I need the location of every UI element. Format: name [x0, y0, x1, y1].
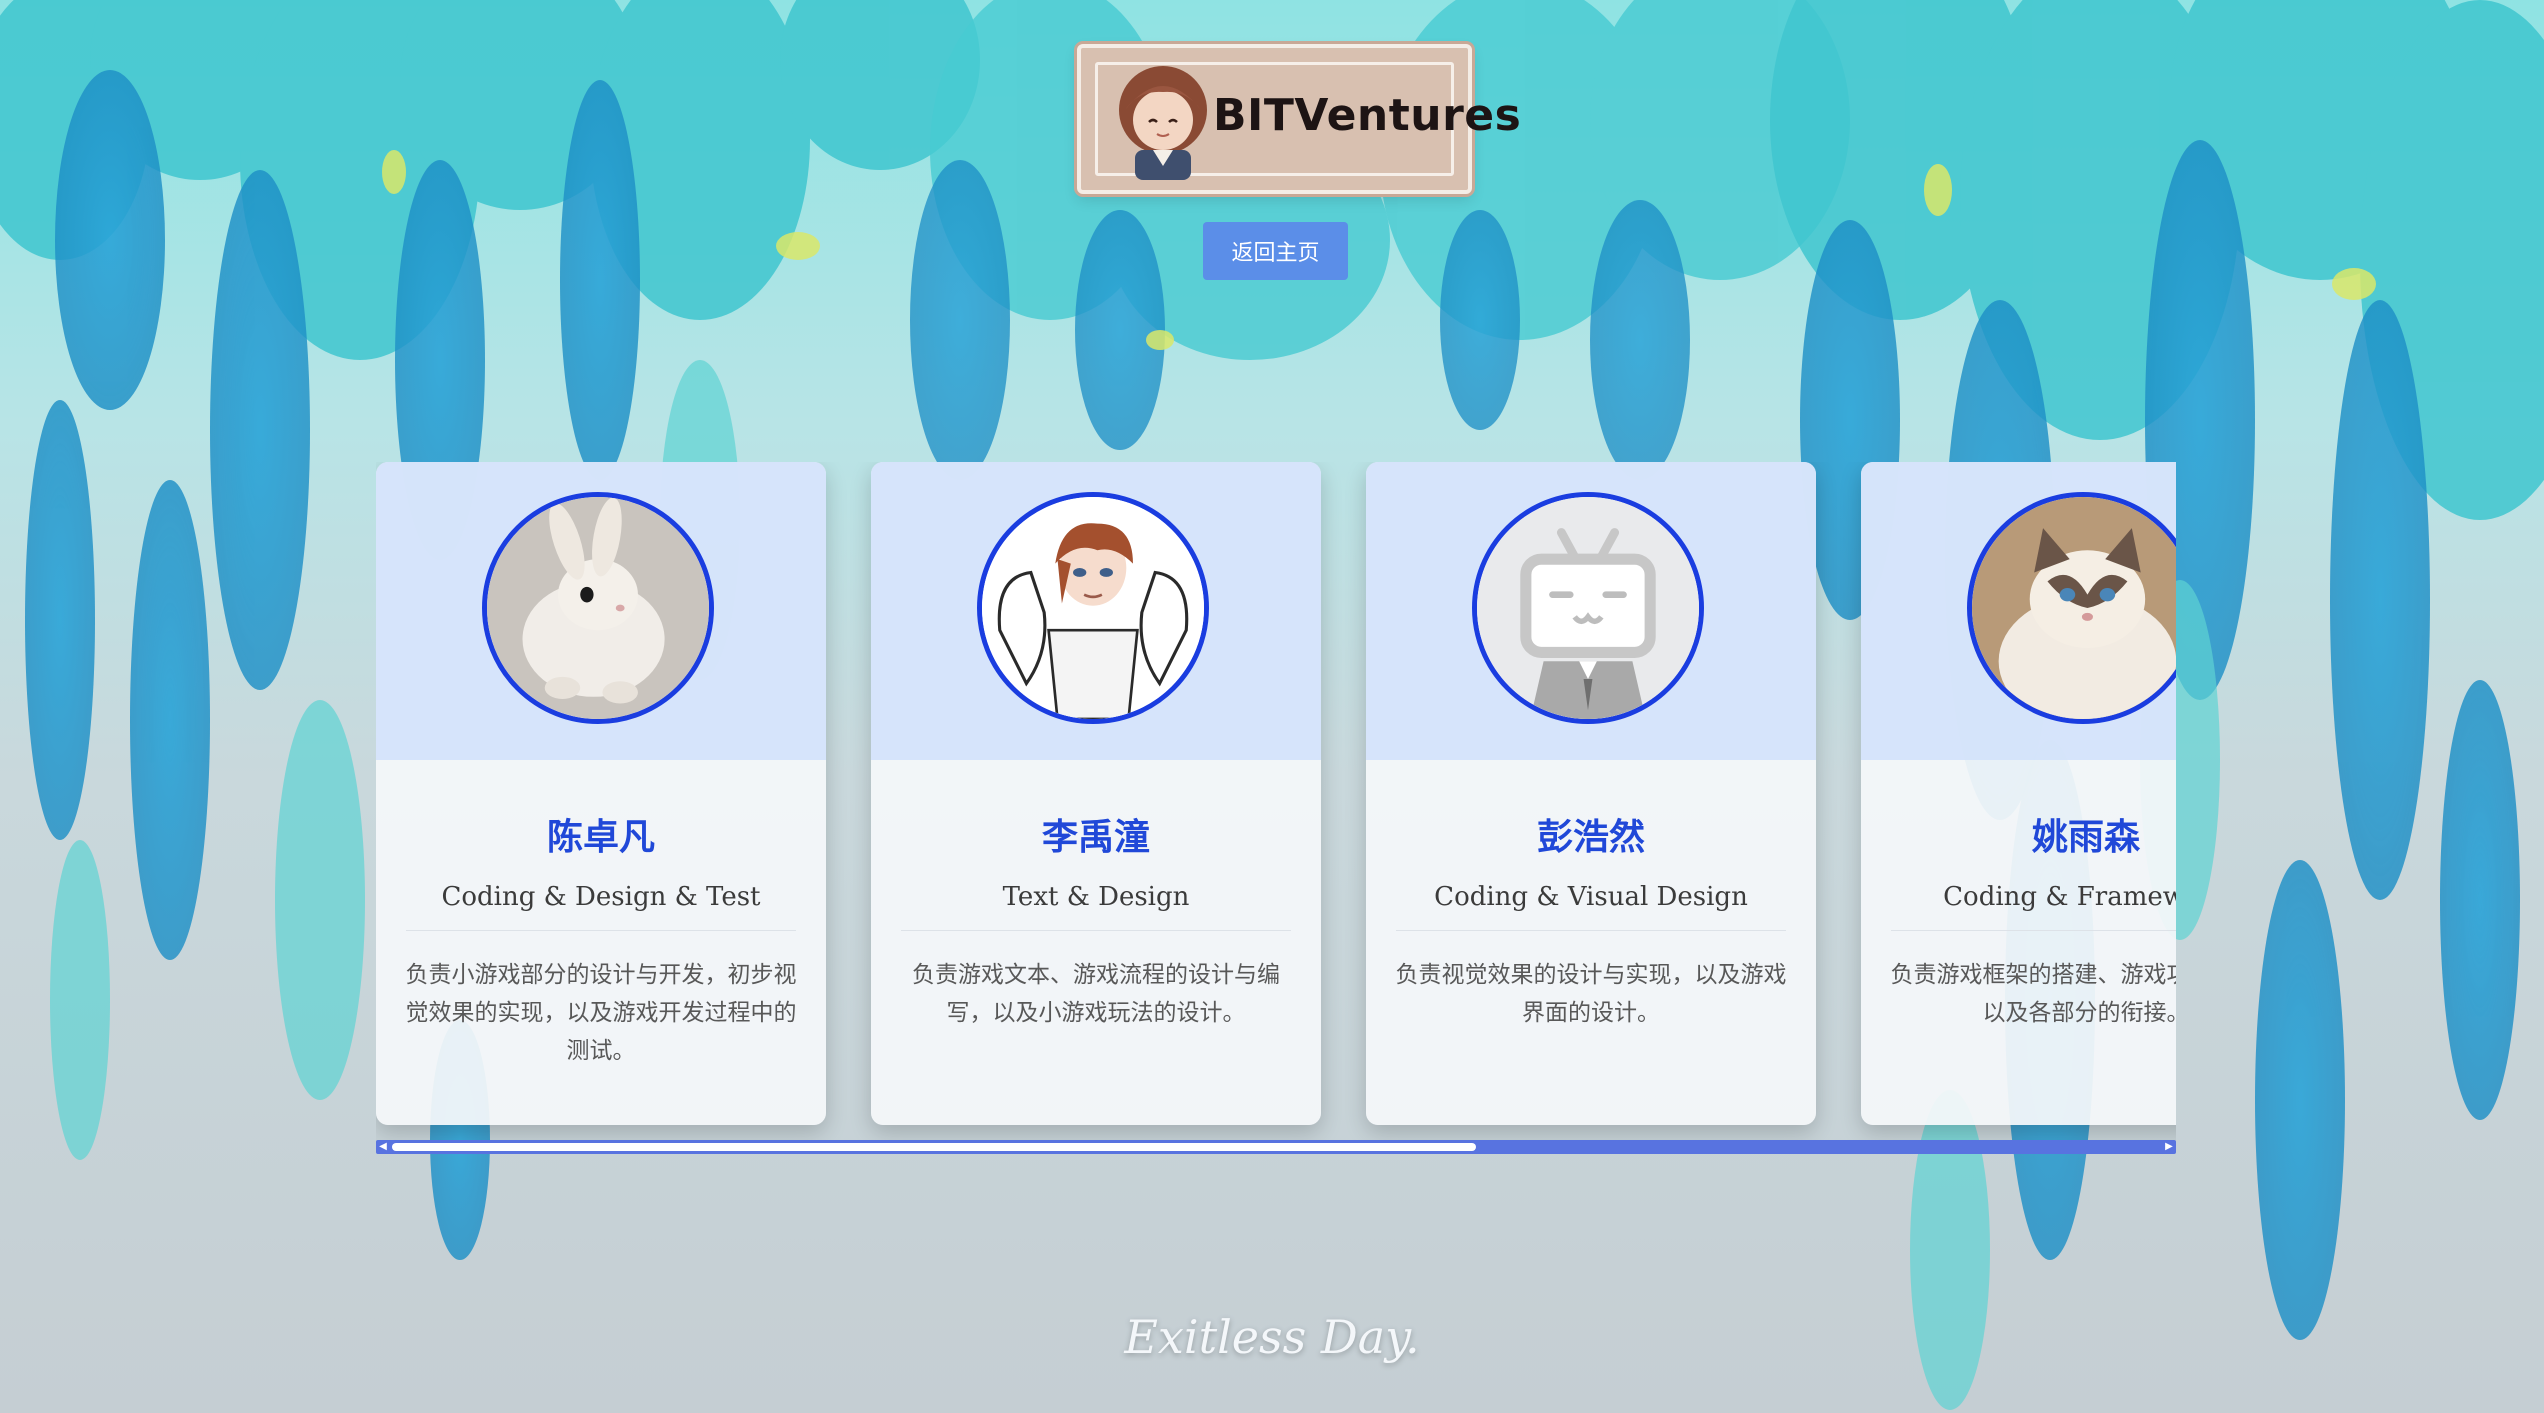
- member-avatar: [1472, 492, 1704, 724]
- logo-text: BITVentures: [1213, 90, 1522, 141]
- chibi-avatar-icon: [1119, 66, 1207, 180]
- team-logo: BITVentures: [1077, 44, 1521, 194]
- carousel-scrollbar[interactable]: ◀ ▶: [376, 1140, 2176, 1154]
- member-role: Coding & Visual Design: [1434, 882, 1748, 912]
- tv-mascot-icon: [1477, 497, 1699, 719]
- member-card: 彭浩然 Coding & Visual Design 负责视觉效果的设计与实现，…: [1366, 462, 1816, 1125]
- member-name: 陈卓凡: [546, 816, 655, 858]
- member-name: 李禹潼: [1041, 816, 1150, 858]
- scroll-right-arrow-icon[interactable]: ▶: [2162, 1140, 2176, 1154]
- member-card: 姚雨森 Coding & Framework 负责游戏框架的搭建、游戏功能的实现…: [1861, 462, 2176, 1125]
- member-description: 负责视觉效果的设计与实现，以及游戏界面的设计。: [1395, 962, 1787, 1026]
- member-card: 陈卓凡 Coding & Design & Test 负责小游戏部分的设计与开发…: [376, 462, 826, 1125]
- member-description: 负责游戏框架的搭建、游戏功能的实现以及各部分的衔接。: [1890, 962, 2177, 1026]
- scrollbar-thumb[interactable]: [392, 1143, 1476, 1151]
- member-description: 负责小游戏部分的设计与开发，初步视觉效果的实现，以及游戏开发过程中的测试。: [405, 962, 797, 1064]
- member-avatar: [482, 492, 714, 724]
- member-avatar: [977, 492, 1209, 724]
- member-role: Coding & Framework: [1943, 882, 2176, 912]
- back-to-home-button[interactable]: 返回主页: [1203, 222, 1348, 280]
- member-name: 姚雨森: [2031, 816, 2140, 858]
- scroll-left-arrow-icon[interactable]: ◀: [376, 1140, 390, 1154]
- member-name: 彭浩然: [1536, 816, 1645, 858]
- member-role: Coding & Design & Test: [441, 882, 761, 912]
- anime-character-icon: [982, 497, 1204, 719]
- cat-icon: [1972, 497, 2176, 719]
- rabbit-icon: [487, 497, 709, 719]
- member-card: 李禹潼 Text & Design 负责游戏文本、游戏流程的设计与编写，以及小游…: [871, 462, 1321, 1125]
- member-description: 负责游戏文本、游戏流程的设计与编写，以及小游戏玩法的设计。: [912, 962, 1280, 1026]
- footer-tagline: Exitless Day.: [1124, 1310, 1420, 1364]
- member-carousel[interactable]: 陈卓凡 Coding & Design & Test 负责小游戏部分的设计与开发…: [376, 462, 2176, 1162]
- member-role: Text & Design: [1002, 882, 1190, 912]
